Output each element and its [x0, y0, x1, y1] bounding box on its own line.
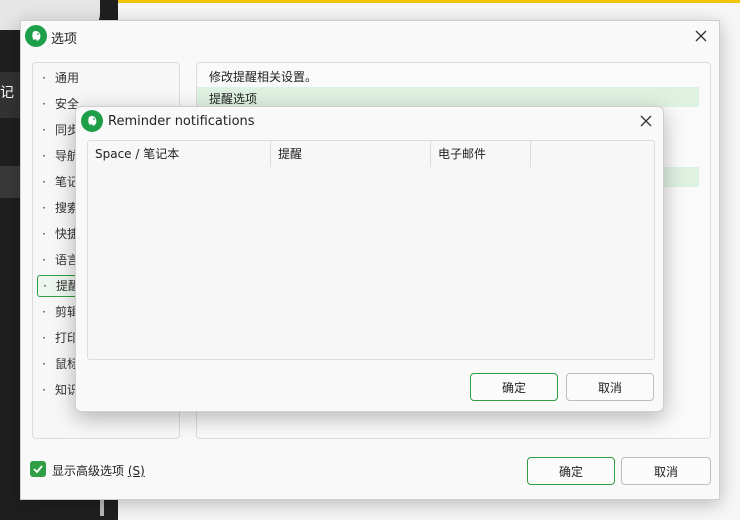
- column-header-email[interactable]: 电子邮件: [431, 141, 531, 167]
- column-header-reminder[interactable]: 提醒: [271, 141, 431, 167]
- reminder-cancel-button[interactable]: 取消: [566, 373, 654, 401]
- close-icon: [640, 115, 652, 127]
- background-partial-text: 记: [0, 85, 14, 101]
- background-sidebar-selection: [0, 166, 20, 198]
- reminder-ok-button[interactable]: 确定: [470, 373, 558, 401]
- options-cancel-button[interactable]: 取消: [621, 457, 711, 485]
- section-header-bar: [197, 87, 699, 107]
- background-top-accent: [118, 0, 740, 3]
- column-header-space-notebook[interactable]: Space / 笔记本: [88, 141, 271, 167]
- evernote-elephant-icon: [81, 110, 103, 132]
- reminder-dialog-title: Reminder notifications: [108, 114, 255, 129]
- reminder-notifications-dialog: Reminder notifications Space / 笔记本 提醒 电子…: [75, 106, 664, 412]
- show-advanced-label[interactable]: 显示高级选项 (S): [52, 462, 145, 479]
- options-ok-button[interactable]: 确定: [527, 457, 615, 485]
- reminder-table: Space / 笔记本 提醒 电子邮件: [87, 140, 655, 360]
- checkmark-icon: [33, 465, 43, 474]
- background-scrollbar[interactable]: [100, 498, 104, 516]
- nav-item-general[interactable]: 通用: [37, 67, 175, 89]
- reminder-close-button[interactable]: [636, 111, 656, 131]
- show-advanced-shortcut: (S): [127, 464, 145, 478]
- content-description: 修改提醒相关设置。: [209, 70, 318, 84]
- options-titlebar[interactable]: 选项: [21, 21, 719, 53]
- options-title: 选项: [51, 32, 78, 47]
- evernote-elephant-icon: [25, 25, 47, 47]
- background-sidebar-title: 记: [0, 72, 20, 118]
- options-close-button[interactable]: [691, 26, 711, 46]
- section-title: 提醒选项: [209, 92, 258, 106]
- show-advanced-text: 显示高级选项: [52, 464, 125, 478]
- close-icon: [695, 30, 707, 42]
- show-advanced-checkbox[interactable]: [30, 461, 46, 477]
